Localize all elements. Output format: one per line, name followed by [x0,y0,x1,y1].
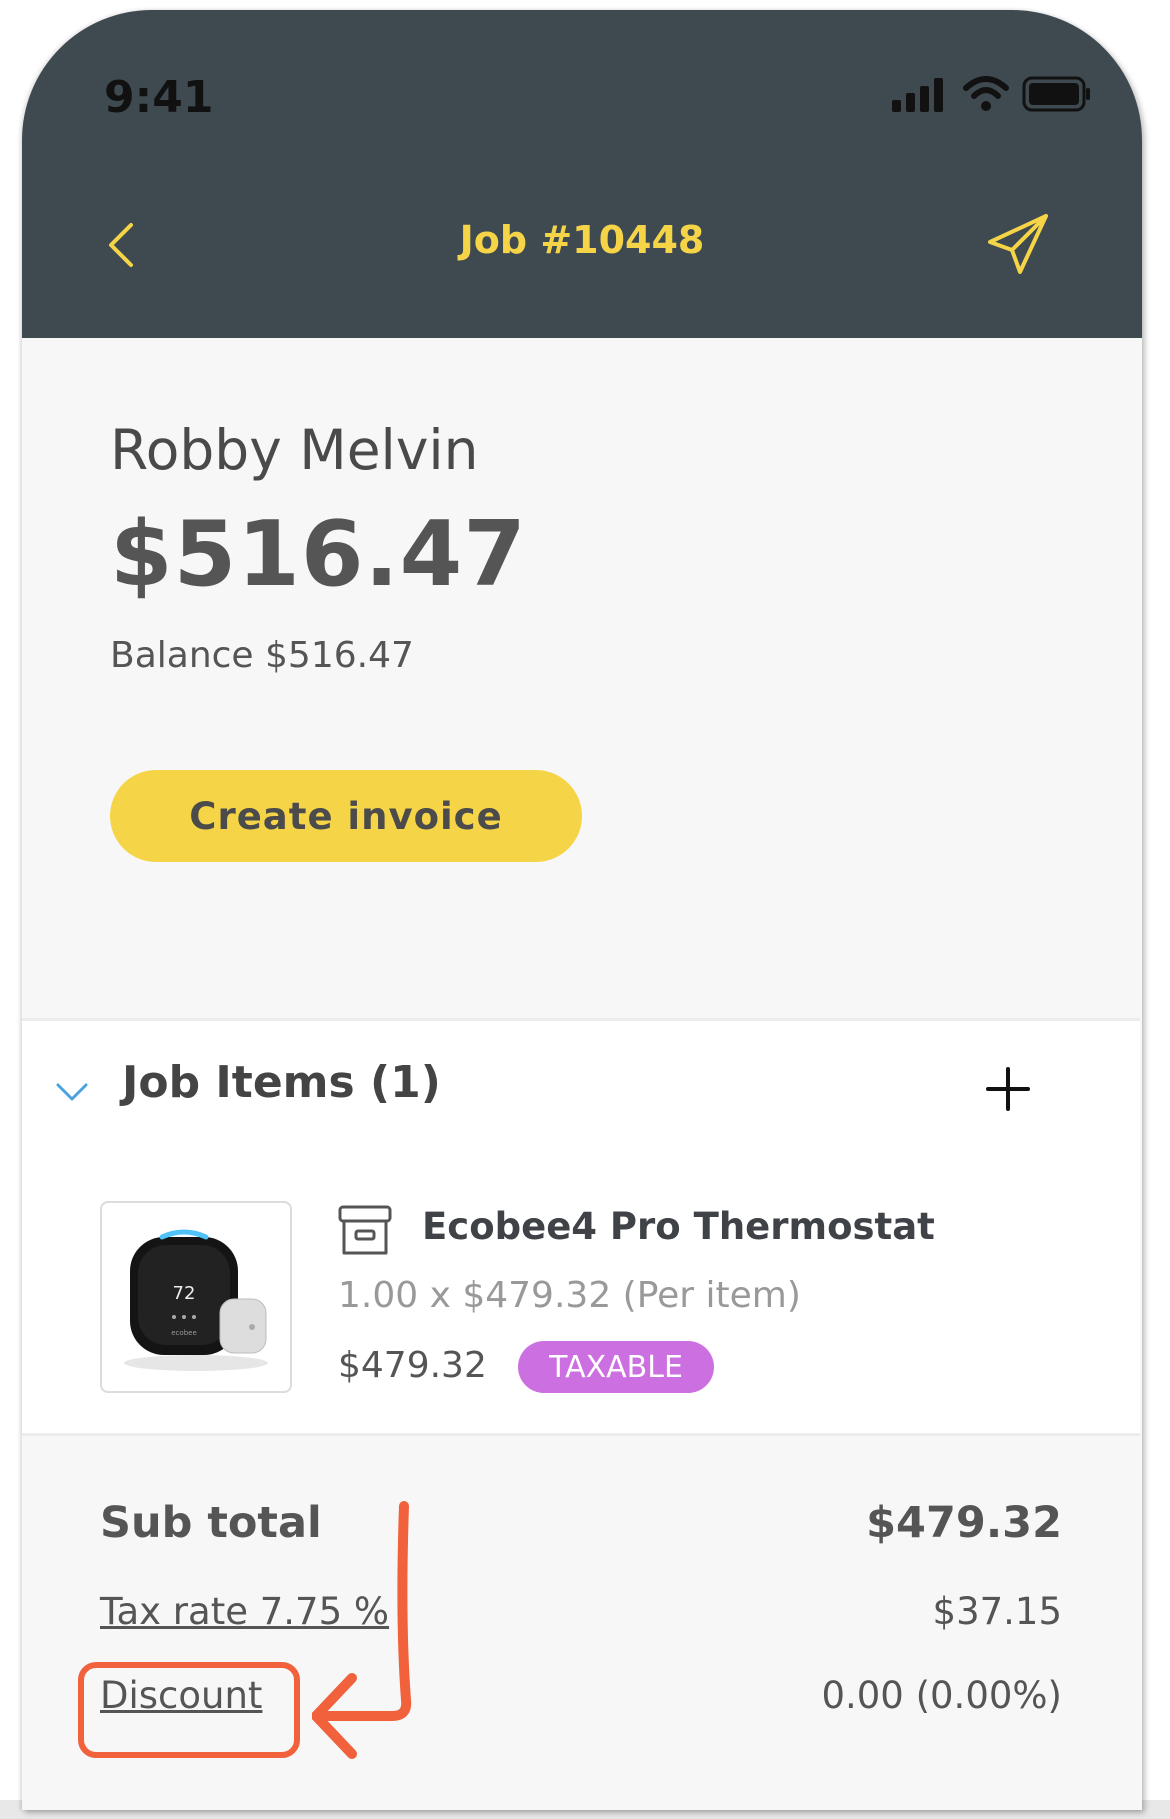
archive-box-icon [338,1205,392,1255]
status-time: 9:41 [104,72,214,123]
battery-icon [1022,76,1090,112]
svg-text:ecobee: ecobee [171,1329,197,1337]
phone-frame: 9:41 Job #10448 Robby Melvin $516.47 Bal… [22,10,1142,1810]
job-total: $516.47 [110,502,527,607]
page-title: Job #10448 [459,218,705,262]
product-quantity: 1.00 x $479.32 (Per item) [338,1275,801,1316]
subtotal-value: $479.32 [866,1498,1062,1548]
header: 9:41 Job #10448 [22,10,1142,338]
chevron-down-icon[interactable] [52,1071,92,1111]
signal-bars-icon [892,78,943,112]
wifi-icon [963,76,1009,111]
job-items-title: Job Items (1) [122,1057,441,1108]
svg-text:72: 72 [173,1283,196,1304]
balance-text: Balance $516.47 [110,635,414,676]
back-button[interactable] [90,210,150,280]
job-items-section: Job Items (1) 72 ecobee Ecobee4 Pro Ther… [22,1018,1140,1436]
send-icon[interactable] [982,210,1054,282]
subtotal-label: Sub total [100,1498,322,1548]
add-item-icon[interactable] [980,1061,1036,1117]
tax-rate-link[interactable]: Tax rate 7.75 % [100,1590,389,1633]
customer-name: Robby Melvin [110,418,479,482]
taxable-badge: TAXABLE [518,1341,714,1393]
tax-value: $37.15 [932,1590,1062,1633]
create-invoice-button[interactable]: Create invoice [110,770,582,862]
product-name: Ecobee4 Pro Thermostat [422,1205,935,1248]
discount-value: 0.00 (0.00%) [821,1674,1062,1717]
discount-link[interactable]: Discount [100,1674,262,1717]
product-image: 72 ecobee [100,1201,292,1393]
product-price: $479.32 [338,1345,487,1386]
chevron-left-icon [109,223,133,267]
annotation-arrow [312,1501,412,1759]
thermostat-image: 72 ecobee [124,1229,268,1371]
